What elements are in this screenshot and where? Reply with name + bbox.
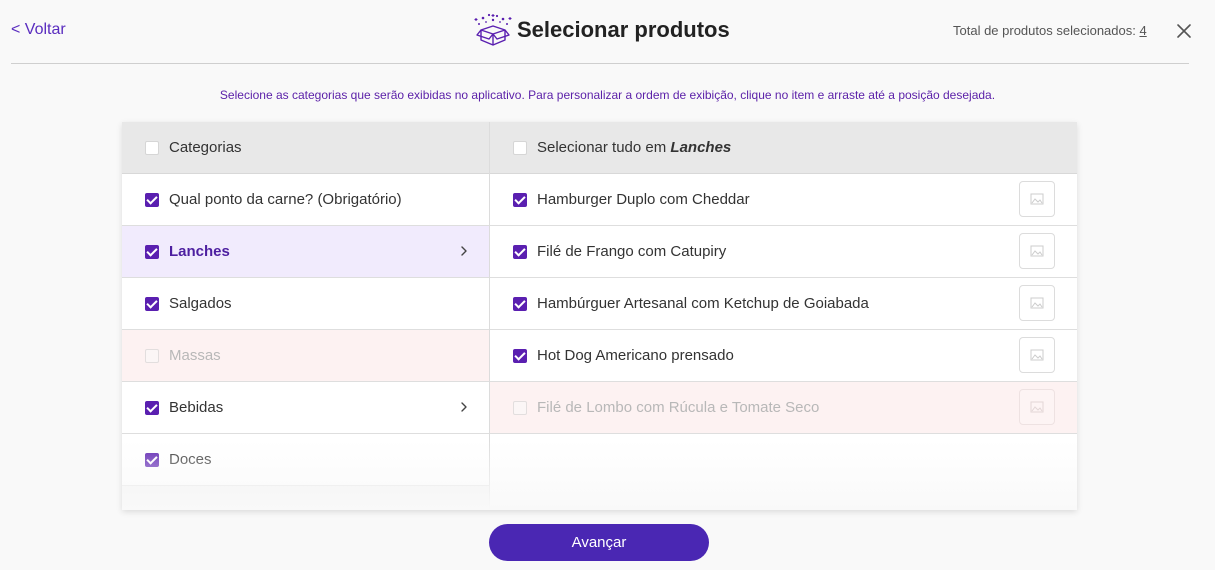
product-checkbox[interactable] [513, 400, 527, 415]
products-column: Selecionar tudo em Lanches Hamburger Dup… [490, 122, 1077, 510]
category-item[interactable]: Bebidas [122, 382, 489, 434]
categories-header: Categorias [122, 122, 489, 174]
product-item[interactable]: Hamburger Duplo com Cheddar [490, 174, 1077, 226]
categories-header-label: Categorias [169, 139, 242, 156]
image-placeholder-icon [1030, 193, 1044, 205]
products-header-category: Lanches [670, 139, 732, 156]
category-checkbox[interactable] [145, 244, 159, 259]
product-checkbox[interactable] [513, 244, 527, 259]
category-item-disabled[interactable]: Massas [122, 330, 489, 382]
products-header-prefix: Selecionar tudo em [537, 139, 667, 156]
instructions-text: Selecione as categorias que serão exibid… [219, 88, 996, 102]
category-item[interactable]: Doces [122, 434, 489, 486]
products-select-all-checkbox[interactable] [513, 140, 527, 155]
product-label: Hambúrguer Artesanal com Ketchup de Goia… [537, 295, 869, 312]
categories-column: Categorias Qual ponto da carne? (Obrigat… [122, 122, 490, 510]
top-bar: < Voltar Selecionar produtos Total de pr… [0, 0, 1215, 64]
image-placeholder-icon [1030, 297, 1044, 309]
selected-total-label: Total de produtos selecionados: [953, 23, 1136, 38]
products-header: Selecionar tudo em Lanches [490, 122, 1077, 174]
image-placeholder-icon [1030, 401, 1044, 413]
category-checkbox[interactable] [145, 400, 159, 415]
product-image-button[interactable] [1019, 389, 1055, 425]
product-item[interactable]: Hambúrguer Artesanal com Ketchup de Goia… [490, 278, 1077, 330]
product-label: Hot Dog Americano prensado [537, 347, 734, 364]
image-placeholder-icon [1030, 349, 1044, 361]
category-checkbox[interactable] [145, 296, 159, 311]
selection-panel: Categorias Qual ponto da carne? (Obrigat… [122, 122, 1077, 510]
category-label: Lanches [169, 243, 230, 260]
product-image-button[interactable] [1019, 337, 1055, 373]
category-item[interactable]: Qual ponto da carne? (Obrigatório) [122, 174, 489, 226]
product-checkbox[interactable] [513, 296, 527, 311]
product-label: Hamburger Duplo com Cheddar [537, 191, 750, 208]
category-checkbox[interactable] [145, 192, 159, 207]
category-checkbox[interactable] [145, 348, 159, 363]
box-sparkles-icon [473, 12, 513, 48]
category-checkbox[interactable] [145, 452, 159, 467]
product-image-button[interactable] [1019, 181, 1055, 217]
image-placeholder-icon [1030, 245, 1044, 257]
product-image-button[interactable] [1019, 285, 1055, 321]
product-label: Filé de Frango com Catupiry [537, 243, 727, 260]
product-item[interactable]: Hot Dog Americano prensado [490, 330, 1077, 382]
selected-total: Total de produtos selecionados: 4 [953, 23, 1147, 38]
product-item[interactable]: Filé de Frango com Catupiry [490, 226, 1077, 278]
category-item[interactable]: Salgados [122, 278, 489, 330]
chevron-right-icon [461, 246, 467, 256]
selected-total-count[interactable]: 4 [1139, 23, 1146, 38]
close-icon[interactable] [1173, 20, 1195, 42]
categories-select-all-checkbox[interactable] [145, 140, 159, 155]
page-title: Selecionar produtos [517, 17, 730, 42]
category-item-active[interactable]: Lanches [122, 226, 489, 278]
category-item-placeholder [122, 486, 489, 510]
advance-button[interactable]: Avançar [489, 524, 709, 561]
product-label: Filé de Lombo com Rúcula e Tomate Seco [537, 399, 820, 416]
category-label: Bebidas [169, 399, 224, 416]
back-link[interactable]: < Voltar [11, 21, 66, 39]
header-divider [11, 63, 1189, 64]
product-checkbox[interactable] [513, 192, 527, 207]
product-checkbox[interactable] [513, 348, 527, 363]
chevron-right-icon [461, 402, 467, 412]
page-title-group: Selecionar produtos [473, 12, 730, 48]
category-label: Qual ponto da carne? (Obrigatório) [169, 191, 402, 208]
product-image-button[interactable] [1019, 233, 1055, 269]
product-item-disabled[interactable]: Filé de Lombo com Rúcula e Tomate Seco [490, 382, 1077, 434]
category-label: Salgados [169, 295, 232, 312]
category-label: Massas [169, 347, 221, 364]
category-label: Doces [169, 451, 212, 468]
